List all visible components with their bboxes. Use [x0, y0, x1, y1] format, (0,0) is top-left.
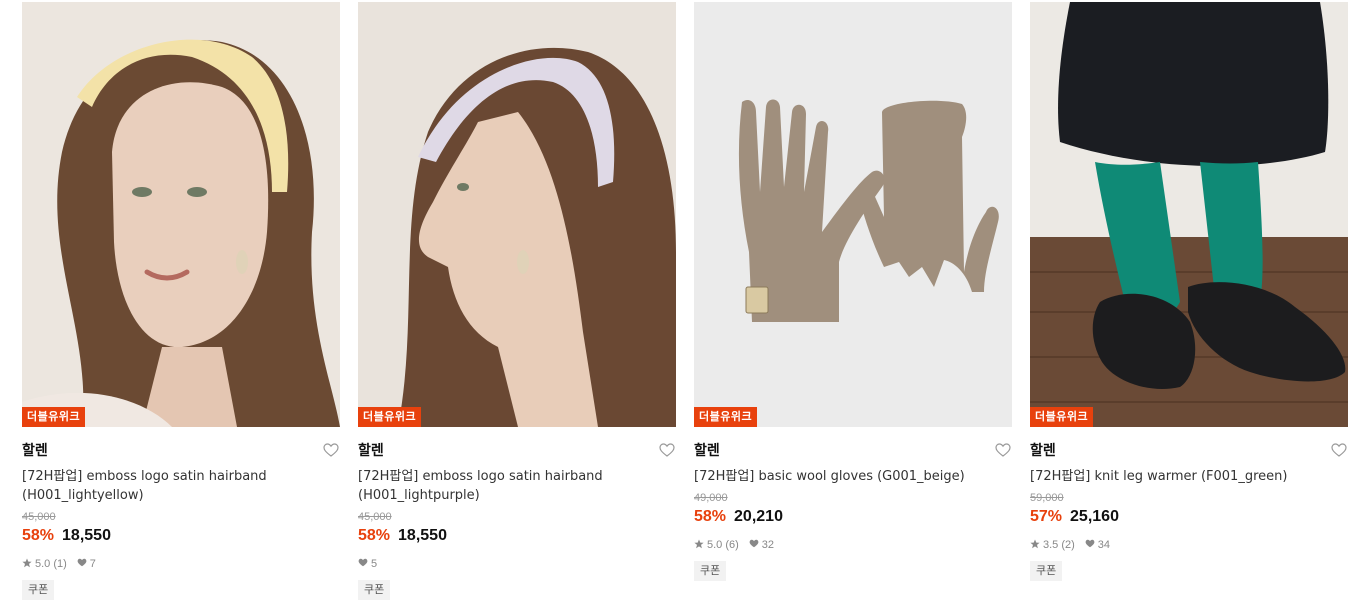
heart-filled-icon: [1085, 539, 1095, 551]
rating: 5.0 (6): [694, 539, 739, 552]
event-badge: 더블유위크: [694, 407, 758, 427]
sale-price: 18,550: [398, 527, 447, 544]
product-title-line: [72H팝업] emboss logo satin hairband: [358, 469, 603, 484]
heart-filled-icon: [77, 558, 87, 570]
likes: 32: [749, 539, 774, 551]
product-title-line: [72H팝업] knit leg warmer (F001_green): [1030, 469, 1288, 484]
product-image[interactable]: 더블유위크: [358, 2, 676, 427]
likes-count: 5: [371, 558, 378, 570]
product-title-line: [72H팝업] emboss logo satin hairband: [22, 469, 267, 484]
brand-name[interactable]: 할렌: [694, 440, 720, 460]
coupon-tag: 쿠폰: [358, 580, 391, 600]
likes: 5: [358, 558, 377, 570]
product-meta: 5.0 (6) 32: [694, 538, 1012, 552]
original-price: 49,000: [694, 492, 728, 504]
heart-icon[interactable]: [322, 441, 340, 459]
star-icon: [22, 558, 32, 571]
original-price: 45,000: [358, 511, 392, 523]
brand-name[interactable]: 할렌: [22, 440, 48, 460]
product-meta: 3.5 (2) 34: [1030, 538, 1348, 552]
event-badge: 더블유위크: [22, 407, 86, 427]
sale-price: 25,160: [1070, 508, 1119, 525]
heart-icon[interactable]: [658, 441, 676, 459]
star-icon: [1030, 539, 1040, 552]
discount-rate: 58%: [694, 508, 727, 525]
coupon-tag: 쿠폰: [1030, 561, 1063, 581]
product-title-line: (H001_lightpurple): [358, 488, 480, 503]
original-price: 45,000: [22, 511, 56, 523]
product-card[interactable]: 더블유위크 할렌 [72H팝업] emboss logo satin hairb…: [22, 2, 340, 600]
likes: 34: [1085, 539, 1110, 551]
product-title[interactable]: [72H팝업] emboss logo satin hairband (H001…: [358, 467, 676, 505]
rating: 3.5 (2): [1030, 539, 1075, 552]
product-image[interactable]: 더블유위크: [22, 2, 340, 427]
event-badge: 더블유위크: [358, 407, 422, 427]
brand-name[interactable]: 할렌: [1030, 440, 1056, 460]
product-meta: 5: [358, 557, 676, 571]
sale-price: 18,550: [62, 527, 111, 544]
product-title[interactable]: [72H팝업] emboss logo satin hairband (H001…: [22, 467, 340, 505]
product-card[interactable]: 더블유위크 할렌 [72H팝업] emboss logo satin hairb…: [358, 2, 676, 600]
product-title-line: (H001_lightyellow): [22, 488, 144, 503]
rating-value: 3.5 (2): [1043, 539, 1075, 551]
product-image[interactable]: 더블유위크: [694, 2, 1012, 427]
coupon-tag: 쿠폰: [22, 580, 55, 600]
product-title[interactable]: [72H팝업] basic wool gloves (G001_beige): [694, 467, 1012, 486]
original-price: 59,000: [1030, 492, 1064, 504]
product-meta: 5.0 (1) 7: [22, 557, 340, 571]
likes: 7: [77, 558, 96, 570]
sale-price: 20,210: [734, 508, 783, 525]
product-image[interactable]: 더블유위크: [1030, 2, 1348, 427]
discount-rate: 58%: [358, 527, 391, 544]
rating: 5.0 (1): [22, 558, 67, 571]
likes-count: 7: [89, 558, 96, 570]
product-grid: 더블유위크 할렌 [72H팝업] emboss logo satin hairb…: [22, 2, 1348, 600]
heart-filled-icon: [358, 558, 368, 570]
heart-icon[interactable]: [994, 441, 1012, 459]
discount-rate: 58%: [22, 527, 55, 544]
product-title[interactable]: [72H팝업] knit leg warmer (F001_green): [1030, 467, 1348, 486]
event-badge: 더블유위크: [1030, 407, 1094, 427]
coupon-tag: 쿠폰: [694, 561, 727, 581]
rating-value: 5.0 (6): [707, 539, 739, 551]
product-title-line: [72H팝업] basic wool gloves (G001_beige): [694, 469, 965, 484]
heart-filled-icon: [749, 539, 759, 551]
brand-name[interactable]: 할렌: [358, 440, 384, 460]
product-card[interactable]: 더블유위크 할렌 [72H팝업] knit leg warmer (F001_g…: [1030, 2, 1348, 600]
rating-value: 5.0 (1): [35, 558, 67, 570]
star-icon: [694, 539, 704, 552]
discount-rate: 57%: [1030, 508, 1063, 525]
likes-count: 32: [761, 539, 775, 551]
heart-icon[interactable]: [1330, 441, 1348, 459]
likes-count: 34: [1097, 539, 1111, 551]
product-card[interactable]: 더블유위크 할렌 [72H팝업] basic wool gloves (G001…: [694, 2, 1012, 600]
